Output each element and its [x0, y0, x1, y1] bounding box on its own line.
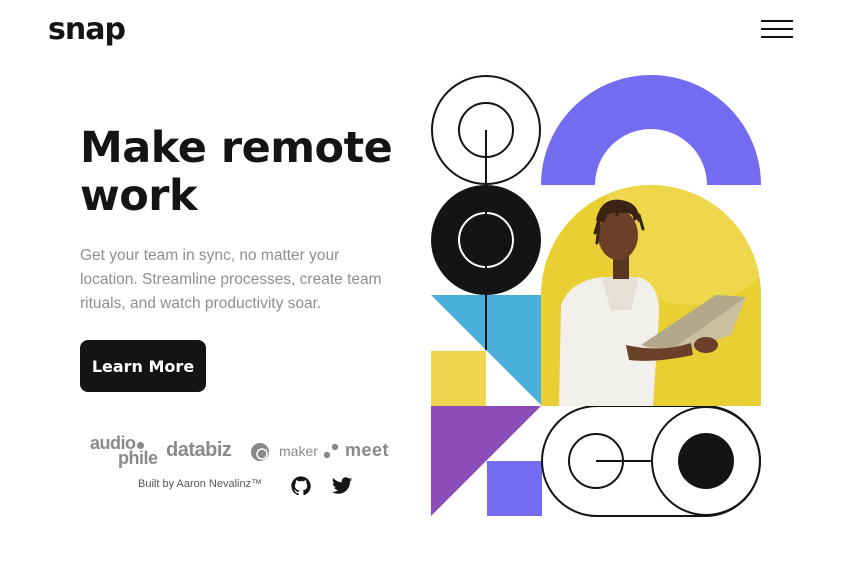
client-logos: audio phile databiz maker meet — [90, 434, 410, 472]
hero-title-line1: Make remote — [80, 123, 393, 173]
attribution-text: Built by Aaron Nevalinz™ — [138, 478, 263, 490]
audiophile-logo-bottom: phile — [118, 448, 158, 468]
hero-title: Make remote work — [80, 124, 410, 220]
audiophile-logo: audio phile — [90, 434, 158, 468]
purple-arch — [541, 75, 761, 185]
yellow-square — [431, 351, 486, 406]
databiz-logo: databiz — [166, 439, 232, 461]
maker-dots-icon — [323, 443, 339, 459]
menu-bar — [761, 36, 793, 38]
github-icon[interactable] — [290, 475, 312, 497]
purple-square — [487, 461, 542, 516]
person-with-laptop-image — [541, 185, 761, 406]
pill-black-dot — [678, 433, 734, 489]
databiz-mark-icon — [251, 443, 269, 461]
snap-logo[interactable]: snap — [48, 12, 126, 47]
menu-bar — [761, 28, 793, 30]
maker-logo: maker — [279, 443, 318, 459]
hamburger-menu-icon[interactable] — [758, 18, 796, 42]
menu-bar — [761, 20, 793, 22]
hero-photo — [541, 185, 761, 406]
hero-description: Get your team in sync, no matter your lo… — [80, 247, 382, 312]
hero-title-line2: work — [80, 171, 198, 221]
learn-more-button[interactable]: Learn More — [80, 340, 206, 392]
meet-logo: meet — [345, 440, 390, 460]
twitter-icon[interactable] — [331, 475, 353, 497]
